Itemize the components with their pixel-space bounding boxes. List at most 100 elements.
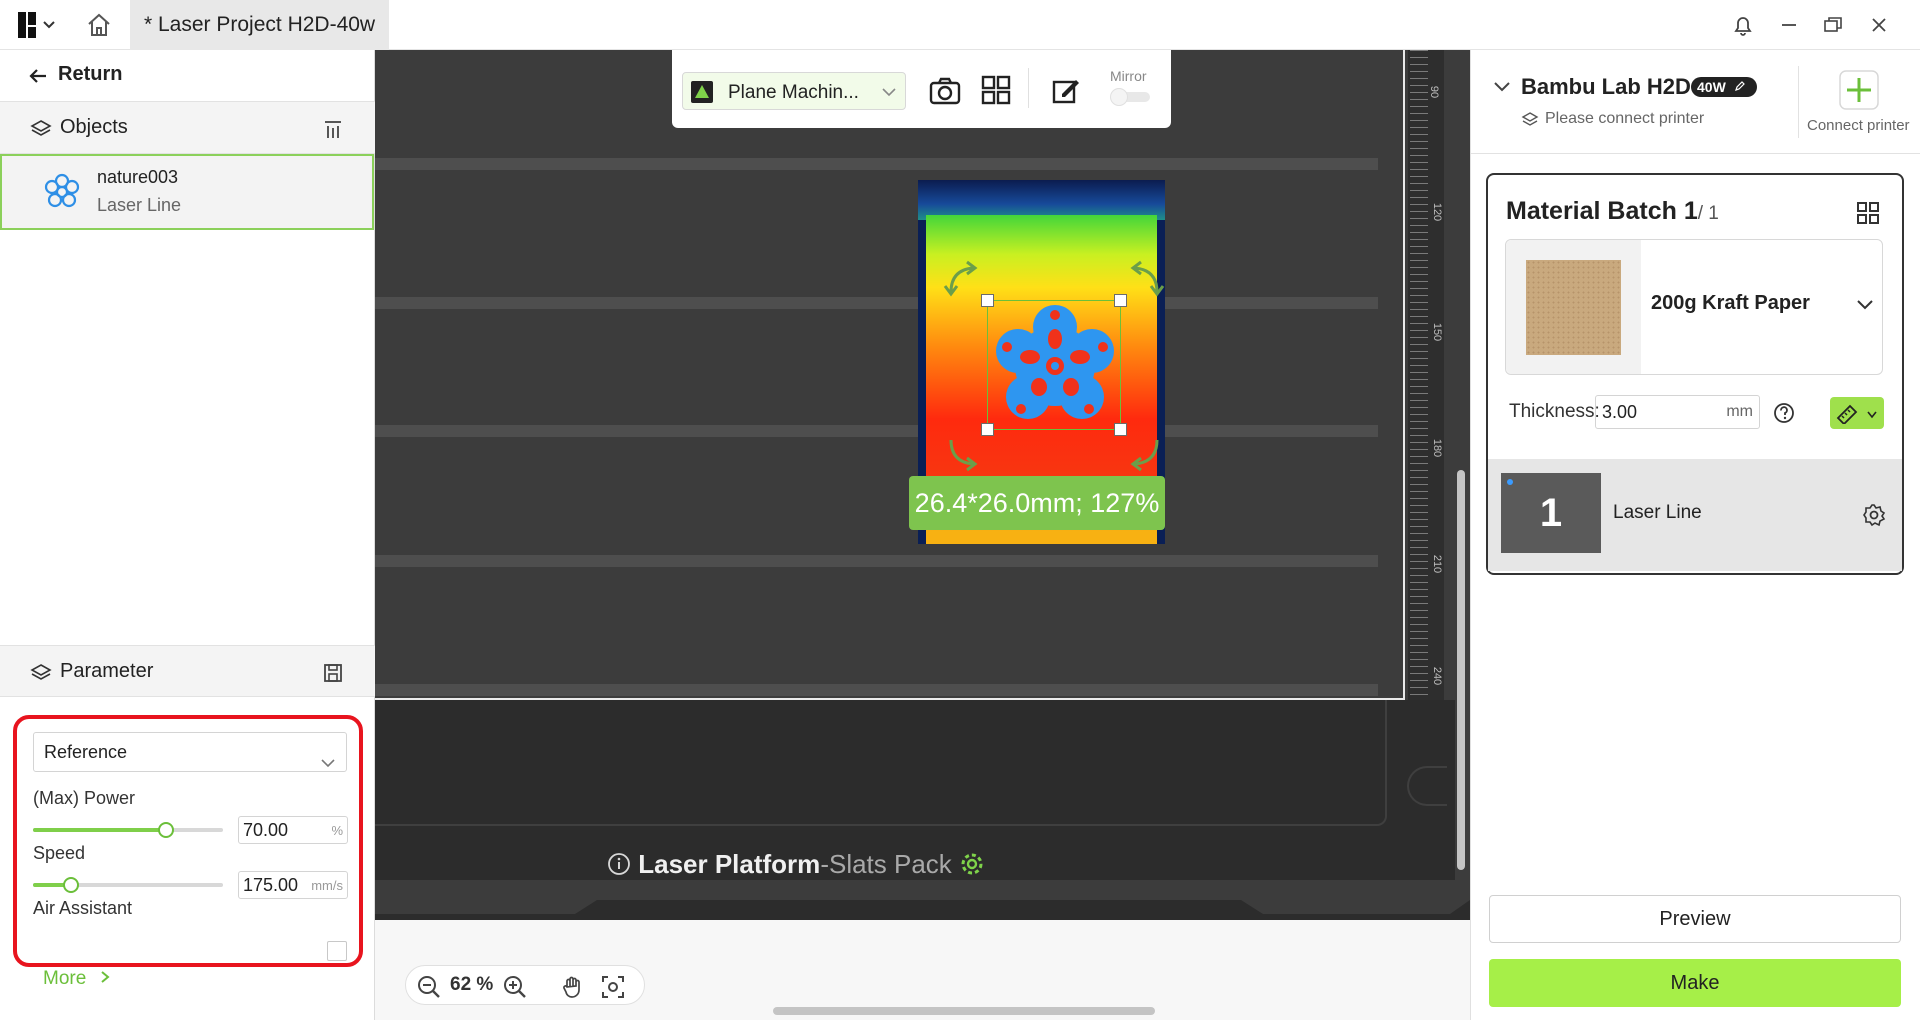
- gear-icon[interactable]: [1862, 503, 1886, 532]
- selection-box[interactable]: [981, 294, 1127, 436]
- chevron-right-icon: [92, 968, 112, 989]
- minimize-icon[interactable]: [1776, 12, 1802, 38]
- air-assistant-checkbox[interactable]: [327, 941, 347, 961]
- vertical-ruler: 90 120 150 180 210 240: [1408, 50, 1444, 700]
- help-icon[interactable]: [1773, 402, 1795, 429]
- material-name: 200g Kraft Paper: [1651, 292, 1810, 314]
- printer-name[interactable]: Bambu Lab H2D: [1521, 74, 1691, 100]
- edit-image-icon[interactable]: [1050, 74, 1082, 111]
- power-slider-fill: [33, 828, 166, 832]
- speed-value: 175.00: [243, 875, 299, 895]
- connect-printer-button[interactable]: Connect printer: [1807, 117, 1910, 134]
- measure-thickness-button[interactable]: [1830, 397, 1884, 429]
- bell-icon[interactable]: [1730, 12, 1756, 38]
- toolbar-divider: [1028, 68, 1029, 108]
- fit-view-icon[interactable]: [600, 974, 626, 1005]
- save-icon[interactable]: [322, 662, 344, 689]
- zoom-in-icon[interactable]: [502, 974, 528, 1005]
- workspace-canvas[interactable]: 90 120 150 180 210 240 Laser Platform-Sl…: [375, 50, 1470, 1020]
- material-select[interactable]: 200g Kraft Paper: [1505, 239, 1883, 375]
- material-batch-card: Material Batch 1/ 1 200g Kraft Paper Thi…: [1486, 173, 1904, 575]
- thickness-input[interactable]: 3.00 mm: [1595, 395, 1760, 429]
- make-button[interactable]: Make: [1489, 959, 1901, 1007]
- document-tab[interactable]: * Laser Project H2D-40w: [130, 0, 389, 50]
- machine-select[interactable]: Plane Machin...: [682, 72, 906, 110]
- chevron-down-icon: [320, 745, 336, 768]
- rotate-handle-icon[interactable]: [943, 434, 983, 479]
- layer-color-dot: [1507, 479, 1513, 485]
- rotate-handle-icon[interactable]: [1125, 258, 1165, 303]
- printer-badge[interactable]: 40W: [1691, 77, 1757, 97]
- speed-label: Speed: [33, 843, 86, 863]
- app-menu-icon[interactable]: [18, 12, 60, 38]
- arrow-left-icon: [26, 64, 50, 88]
- pencil-icon: [1730, 79, 1746, 95]
- title-bar: * Laser Project H2D-40w: [0, 0, 1920, 50]
- horizontal-scrollbar[interactable]: [773, 1007, 1155, 1015]
- platform-slat: [375, 158, 1378, 170]
- zoom-controls: 62 %: [405, 965, 645, 1005]
- thickness-label: Thickness:: [1509, 401, 1600, 422]
- return-button[interactable]: Return: [0, 50, 375, 102]
- layers-icon: [30, 118, 52, 145]
- preset-select[interactable]: Reference: [33, 732, 347, 772]
- power-slider[interactable]: [33, 822, 223, 838]
- power-label: (Max) Power: [33, 788, 136, 808]
- home-icon[interactable]: [84, 10, 114, 40]
- object-type: Laser Line: [97, 195, 182, 215]
- resize-handle[interactable]: [1114, 423, 1127, 436]
- camera-icon[interactable]: [928, 74, 962, 113]
- grid-arrange-icon[interactable]: [980, 74, 1012, 111]
- platform-slat: [375, 297, 1378, 309]
- sort-icon[interactable]: [322, 118, 344, 145]
- laser-plate: [375, 50, 1405, 700]
- chevron-down-icon[interactable]: [1493, 80, 1511, 99]
- material-thumbnail-wrap: [1506, 240, 1641, 374]
- more-link[interactable]: More: [43, 968, 112, 990]
- frame-notch: [1407, 766, 1447, 806]
- mirror-label: Mirror: [1110, 68, 1147, 84]
- platform-label: Laser Platform-Slats Pack: [607, 849, 985, 880]
- platform-name: Laser Platform: [638, 849, 821, 879]
- close-icon[interactable]: [1866, 12, 1892, 38]
- resize-handle[interactable]: [981, 294, 994, 307]
- batch-title-text: Material Batch 1: [1506, 197, 1698, 225]
- power-input[interactable]: 70.00 %: [238, 816, 348, 844]
- speed-input[interactable]: 175.00 mm/s: [238, 871, 348, 899]
- mirror-toggle[interactable]: [1110, 88, 1150, 106]
- preview-button[interactable]: Preview: [1489, 895, 1901, 943]
- rotate-handle-icon[interactable]: [943, 258, 983, 303]
- layer-item[interactable]: 1 Laser Line: [1488, 459, 1902, 571]
- layers-icon: [30, 662, 52, 689]
- vertical-scrollbar[interactable]: [1457, 470, 1465, 870]
- object-list-item[interactable]: nature003 Laser Line: [0, 154, 374, 230]
- thickness-row: Thickness: 3.00 mm: [1505, 393, 1884, 433]
- platform-slat: [375, 555, 1378, 567]
- grid-view-icon[interactable]: [1856, 201, 1880, 230]
- frame-border: [375, 700, 1387, 826]
- ruler-ticks: [1410, 50, 1428, 700]
- layer-name: Laser Line: [1613, 502, 1702, 523]
- speed-slider[interactable]: [33, 877, 223, 893]
- objects-header: Objects: [0, 102, 375, 154]
- speed-slider-handle[interactable]: [63, 877, 79, 893]
- left-panel: Return Objects nature003 Laser Line Para…: [0, 50, 375, 1020]
- rotate-handle-icon[interactable]: [1125, 434, 1165, 479]
- resize-handle[interactable]: [1114, 294, 1127, 307]
- resize-handle[interactable]: [981, 423, 994, 436]
- info-icon[interactable]: [607, 849, 638, 879]
- ruler-label: 90: [1428, 85, 1441, 99]
- settings-gear-icon[interactable]: [959, 849, 985, 879]
- restore-icon[interactable]: [1820, 12, 1846, 38]
- canvas-toolbar: Plane Machin... Mirror: [672, 50, 1171, 128]
- chevron-down-icon: [1866, 407, 1878, 425]
- zoom-out-icon[interactable]: [416, 974, 442, 1005]
- ruler-label: 120: [1431, 202, 1444, 222]
- batch-title: Material Batch 1/ 1: [1506, 197, 1719, 226]
- flower-object[interactable]: [989, 301, 1121, 431]
- pan-hand-icon[interactable]: [560, 974, 586, 1005]
- power-slider-handle[interactable]: [158, 822, 174, 838]
- connect-hint: Please connect printer: [1545, 110, 1705, 127]
- add-printer-icon[interactable]: [1839, 70, 1879, 115]
- layer-number: 1: [1539, 491, 1563, 535]
